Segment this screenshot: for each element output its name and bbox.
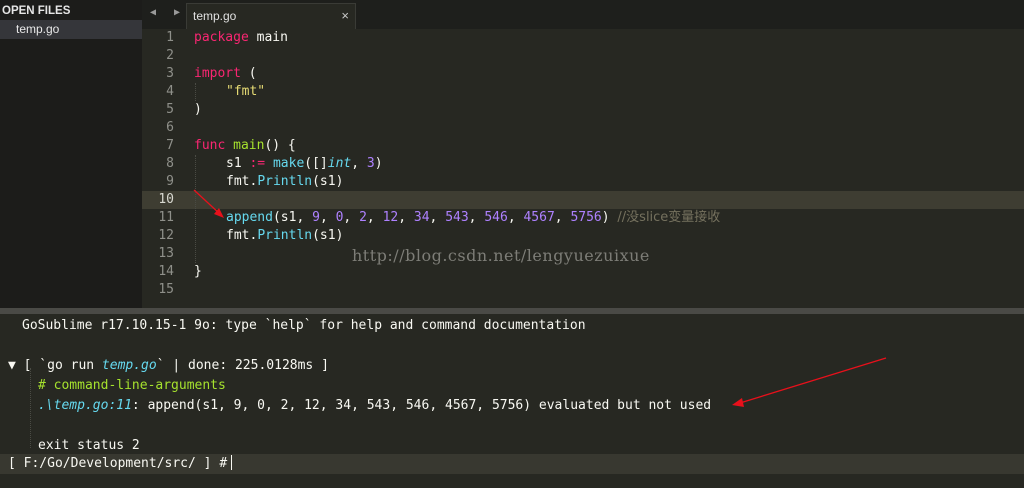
line-number: 8 — [166, 156, 174, 171]
current-line-highlight — [142, 191, 1024, 209]
line-number: 3 — [166, 66, 174, 81]
close-icon[interactable]: × — [341, 8, 349, 23]
tab-temp-go[interactable]: temp.go × — [186, 3, 356, 29]
line-number: 4 — [166, 84, 174, 99]
tab-nav-arrows-icon[interactable]: ◀ ▶ — [150, 7, 186, 18]
indent-guide — [195, 83, 196, 101]
sidebar: OPEN FILES temp.go — [0, 0, 142, 308]
code-line-12: fmt.Println(s1) — [226, 228, 344, 243]
line-number: 6 — [166, 120, 174, 135]
console-banner: GoSublime r17.10.15-1 9o: type `help` fo… — [22, 318, 586, 333]
indent-guide — [30, 368, 31, 448]
console-prompt[interactable]: [ F:/Go/Development/src/ ] # — [8, 454, 233, 474]
line-number: 9 — [166, 174, 174, 189]
error-location-link[interactable]: .\temp.go:11 — [38, 398, 132, 413]
line-number: 1 — [166, 30, 174, 45]
watermark-url: http://blog.csdn.net/lengyuezuixue — [352, 246, 650, 265]
code-line-14: } — [194, 264, 202, 279]
console-run-line: ▼ [ `go run temp.go` | done: 225.0128ms … — [8, 358, 329, 373]
code-line-4: "fmt" — [226, 84, 266, 99]
line-number-current: 10 — [158, 192, 174, 207]
fold-arrow-icon: ▼ [ `go run — [8, 358, 102, 373]
code-line-1: package main — [194, 30, 288, 45]
sublime-window: OPEN FILES temp.go ◀ ▶ temp.go × 1 2 3 4… — [0, 0, 1024, 488]
output-panel[interactable]: GoSublime r17.10.15-1 9o: type `help` fo… — [0, 314, 1024, 488]
open-files-header: OPEN FILES — [2, 5, 71, 17]
line-number: 13 — [158, 246, 174, 261]
console-comment: # command-line-arguments — [38, 378, 226, 393]
line-number: 7 — [166, 138, 174, 153]
code-line-5: ) — [194, 102, 202, 117]
line-number: 15 — [158, 282, 174, 297]
line-number: 14 — [158, 264, 174, 279]
code-line-9: fmt.Println(s1) — [226, 174, 344, 189]
line-number: 11 — [158, 210, 174, 225]
code-line-3: import ( — [194, 66, 257, 81]
sidebar-file-temp-go[interactable]: temp.go — [0, 20, 142, 39]
code-editor[interactable]: 1 2 3 4 5 6 7 8 9 10 11 12 13 14 15 pack… — [142, 29, 1024, 308]
tab-bar: ◀ ▶ temp.go × — [142, 0, 1024, 29]
console-error-line: .\temp.go:11: append(s1, 9, 0, 2, 12, 34… — [38, 398, 712, 413]
indent-guide — [195, 155, 196, 263]
text-caret — [231, 455, 233, 470]
line-number: 2 — [166, 48, 174, 63]
code-line-8: s1 := make([]int, 3) — [226, 156, 383, 171]
code-line-11: append(s1, 9, 0, 2, 12, 34, 543, 546, 45… — [226, 210, 721, 225]
code-line-7: func main() { — [194, 138, 296, 153]
line-number: 5 — [166, 102, 174, 117]
console-exit-status: exit status 2 — [38, 438, 140, 453]
tab-label: temp.go — [193, 9, 237, 23]
line-number: 12 — [158, 228, 174, 243]
